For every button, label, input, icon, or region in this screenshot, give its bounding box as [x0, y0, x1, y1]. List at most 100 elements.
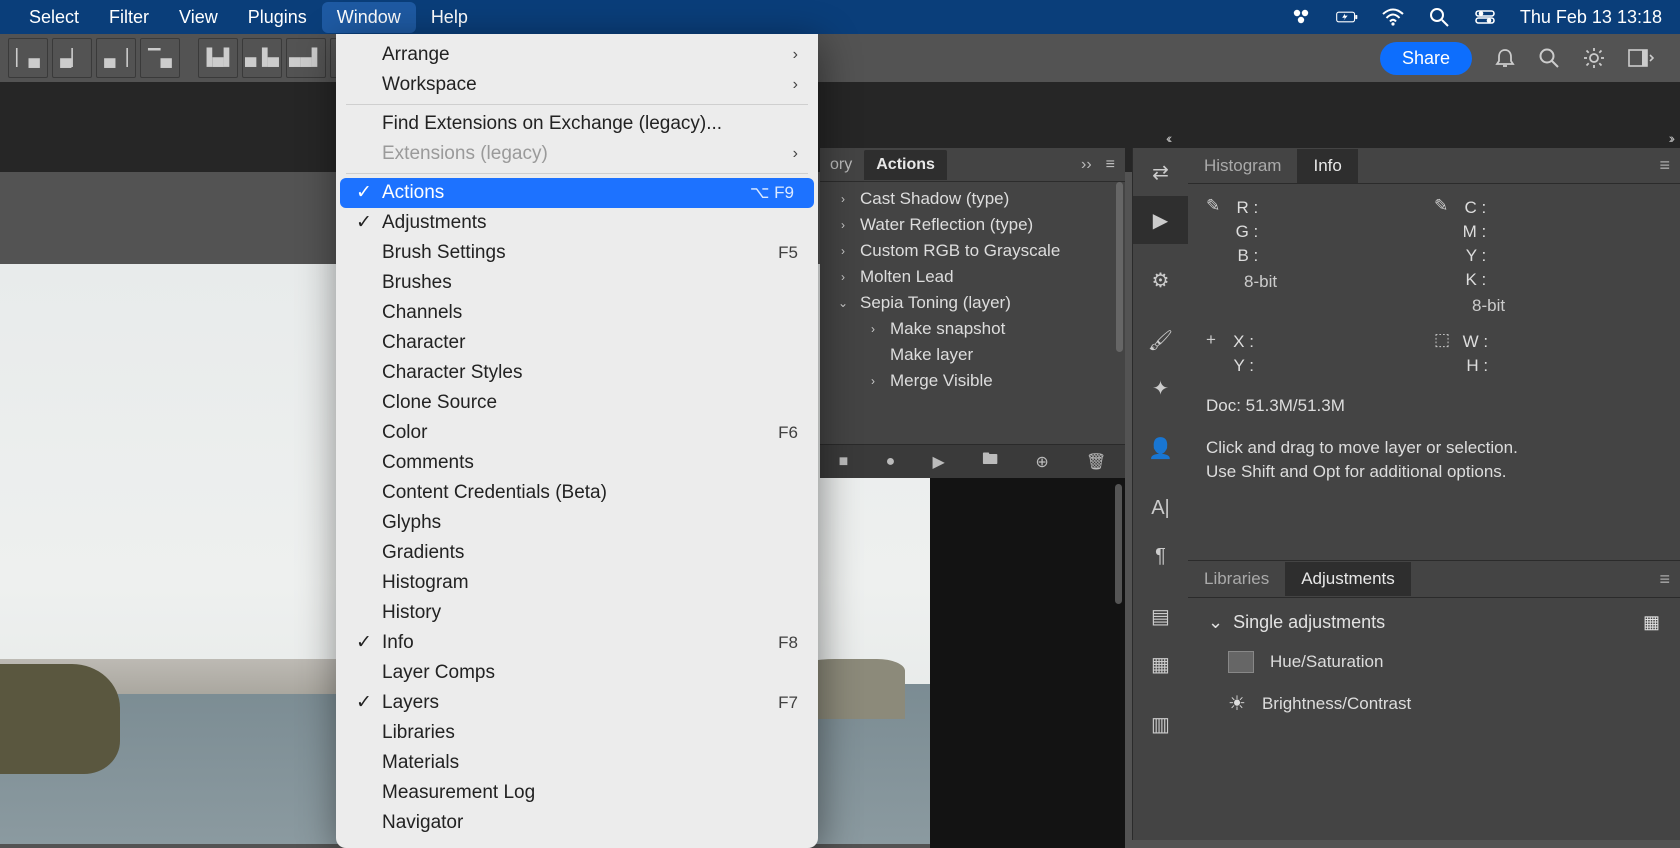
menuitem-adjustments[interactable]: ✓Adjustments [336, 208, 818, 238]
menu-select[interactable]: Select [14, 2, 94, 33]
action-make-snapshot[interactable]: ›Make snapshot [820, 316, 1125, 342]
distribute-2-icon[interactable]: ▄▐▄ [242, 38, 282, 78]
menu-filter[interactable]: Filter [94, 2, 164, 33]
menuitem-actions[interactable]: ✓Actions⌥ F9 [340, 178, 814, 208]
actions-tab[interactable]: Actions [864, 150, 947, 180]
action-make-layer[interactable]: Make layer [820, 342, 1125, 368]
search-icon[interactable] [1538, 47, 1560, 69]
menu-help[interactable]: Help [416, 2, 483, 33]
adjustments-menu-icon[interactable]: ≡ [1659, 569, 1670, 590]
menuitem-info[interactable]: ✓InfoF8 [336, 628, 818, 658]
menuitem-measurement-log[interactable]: Measurement Log [336, 778, 818, 808]
info-k: K : [1458, 268, 1486, 292]
info-bit-l: 8-bit [1244, 272, 1434, 292]
info-y: Y : [1458, 244, 1486, 268]
menuitem-materials[interactable]: Materials [336, 748, 818, 778]
menuitem-channels[interactable]: Channels [336, 298, 818, 328]
margin-scrollbar[interactable] [1115, 484, 1122, 604]
menuitem-layers[interactable]: ✓LayersF7 [336, 688, 818, 718]
actions-overflow-icon[interactable]: ›› [1081, 156, 1092, 174]
menuitem-navigator[interactable]: Navigator [336, 808, 818, 838]
menuitem-workspace[interactable]: Workspace› [336, 70, 818, 100]
distribute-3-icon[interactable]: ▄▄▌ [286, 38, 326, 78]
tab-info[interactable]: Info [1297, 149, 1357, 183]
menuitem-libraries[interactable]: Libraries [336, 718, 818, 748]
adjustments-tabs: Libraries Adjustments ≡ [1188, 560, 1680, 598]
control-center-icon[interactable] [1474, 6, 1496, 28]
menuitem-history[interactable]: History [336, 598, 818, 628]
dock-swap-icon[interactable]: ⇄ [1133, 148, 1188, 196]
action-new-icon[interactable]: ⊕ [1035, 452, 1048, 472]
tab-adjustments[interactable]: Adjustments [1285, 562, 1411, 596]
dock-brush-icon[interactable]: 🖌 [1133, 316, 1188, 364]
action-molten-lead[interactable]: ›Molten Lead [820, 264, 1125, 290]
menuitem-color[interactable]: ColorF6 [336, 418, 818, 448]
distribute-1-icon[interactable]: ▐▄▌ [198, 38, 238, 78]
align-left-icon[interactable]: ▏▄ [8, 38, 48, 78]
grid-view-icon[interactable]: ▦ [1643, 612, 1660, 633]
action-record-icon[interactable]: ● [886, 453, 896, 471]
dock-styles-icon[interactable]: ▦ [1133, 640, 1188, 688]
tab-histogram[interactable]: Histogram [1188, 149, 1297, 183]
menuitem-character-styles[interactable]: Character Styles [336, 358, 818, 388]
dock-sliders-icon[interactable]: ⚙ [1133, 256, 1188, 304]
dock-glyphs-icon[interactable]: ▤ [1133, 592, 1188, 640]
info-r: R : [1230, 196, 1258, 220]
action-custom-rgb-to-grayscale[interactable]: ›Custom RGB to Grayscale [820, 238, 1125, 264]
spotlight-icon[interactable] [1428, 6, 1450, 28]
menuitem-glyphs[interactable]: Glyphs [336, 508, 818, 538]
action-delete-icon[interactable]: 🗑 [1086, 452, 1106, 472]
menubar-left: SelectFilterViewPluginsWindowHelp [0, 2, 483, 33]
collapse-right-icon[interactable]: ›› [1669, 130, 1672, 146]
action-folder-icon[interactable]: 🖿 [982, 448, 998, 475]
adjustment-brightness[interactable]: ☀ Brightness/Contrast [1208, 691, 1660, 716]
dock-character-icon[interactable]: A| [1133, 484, 1188, 532]
notifications-icon[interactable] [1494, 47, 1516, 69]
action-sepia-toning-layer-[interactable]: ⌄Sepia Toning (layer) [820, 290, 1125, 316]
dock-clone-icon[interactable]: 👤 [1133, 424, 1188, 472]
wifi-icon[interactable] [1382, 6, 1404, 28]
action-water-reflection-type-[interactable]: ›Water Reflection (type) [820, 212, 1125, 238]
info-menu-icon[interactable]: ≡ [1659, 155, 1670, 176]
menuitem-content-credentials-beta-[interactable]: Content Credentials (Beta) [336, 478, 818, 508]
menuitem-arrange[interactable]: Arrange› [336, 40, 818, 70]
menuitem-histogram[interactable]: Histogram [336, 568, 818, 598]
menubar-clock[interactable]: Thu Feb 13 13:18 [1520, 7, 1662, 28]
brightness-icon: ☀ [1228, 691, 1246, 716]
adjustment-hue-sat[interactable]: Hue/Saturation [1208, 651, 1660, 673]
action-stop-icon[interactable]: ■ [839, 453, 849, 471]
tab-libraries[interactable]: Libraries [1188, 562, 1285, 596]
actions-scrollbar[interactable] [1116, 182, 1123, 352]
menuitem-clone-source[interactable]: Clone Source [336, 388, 818, 418]
menuitem-gradients[interactable]: Gradients [336, 538, 818, 568]
collapse-left-icon[interactable]: ‹‹ [1166, 130, 1169, 146]
align-top-icon[interactable]: ▔▄ [140, 38, 180, 78]
action-cast-shadow-type-[interactable]: ›Cast Shadow (type) [820, 186, 1125, 212]
menu-window[interactable]: Window [322, 2, 416, 33]
align-right-icon[interactable]: ▄▕ [96, 38, 136, 78]
align-hcenter-icon[interactable]: ▄▏ [52, 38, 92, 78]
battery-icon[interactable] [1336, 6, 1358, 28]
figma-icon[interactable] [1290, 6, 1312, 28]
system-menubar: SelectFilterViewPluginsWindowHelp Thu Fe… [0, 0, 1680, 34]
menuitem-comments[interactable]: Comments [336, 448, 818, 478]
dock-paragraph-icon[interactable]: ¶ [1133, 532, 1188, 580]
workspace-menu-icon[interactable] [1628, 48, 1654, 68]
dock-swatches-icon[interactable]: ▥ [1133, 700, 1188, 748]
action-merge-visible[interactable]: ›Merge Visible [820, 368, 1125, 394]
idea-icon[interactable] [1582, 46, 1606, 70]
share-button[interactable]: Share [1380, 42, 1472, 75]
menu-view[interactable]: View [164, 2, 233, 33]
dock-play-icon[interactable]: ▶ [1133, 196, 1188, 244]
dock-mixer-icon[interactable]: ✦ [1133, 364, 1188, 412]
menuitem-layer-comps[interactable]: Layer Comps [336, 658, 818, 688]
adjustments-section-header[interactable]: ⌄ Single adjustments ▦ [1208, 612, 1660, 633]
menuitem-brush-settings[interactable]: Brush SettingsF5 [336, 238, 818, 268]
menu-plugins[interactable]: Plugins [233, 2, 322, 33]
action-play-icon[interactable]: ▶ [933, 452, 945, 472]
menuitem-character[interactable]: Character [336, 328, 818, 358]
history-tab-peek[interactable]: ory [830, 156, 852, 174]
menuitem-find-extensions-on-exchange-legacy-[interactable]: Find Extensions on Exchange (legacy)... [336, 109, 818, 139]
menuitem-brushes[interactable]: Brushes [336, 268, 818, 298]
actions-menu-icon[interactable]: ≡ [1106, 156, 1115, 174]
